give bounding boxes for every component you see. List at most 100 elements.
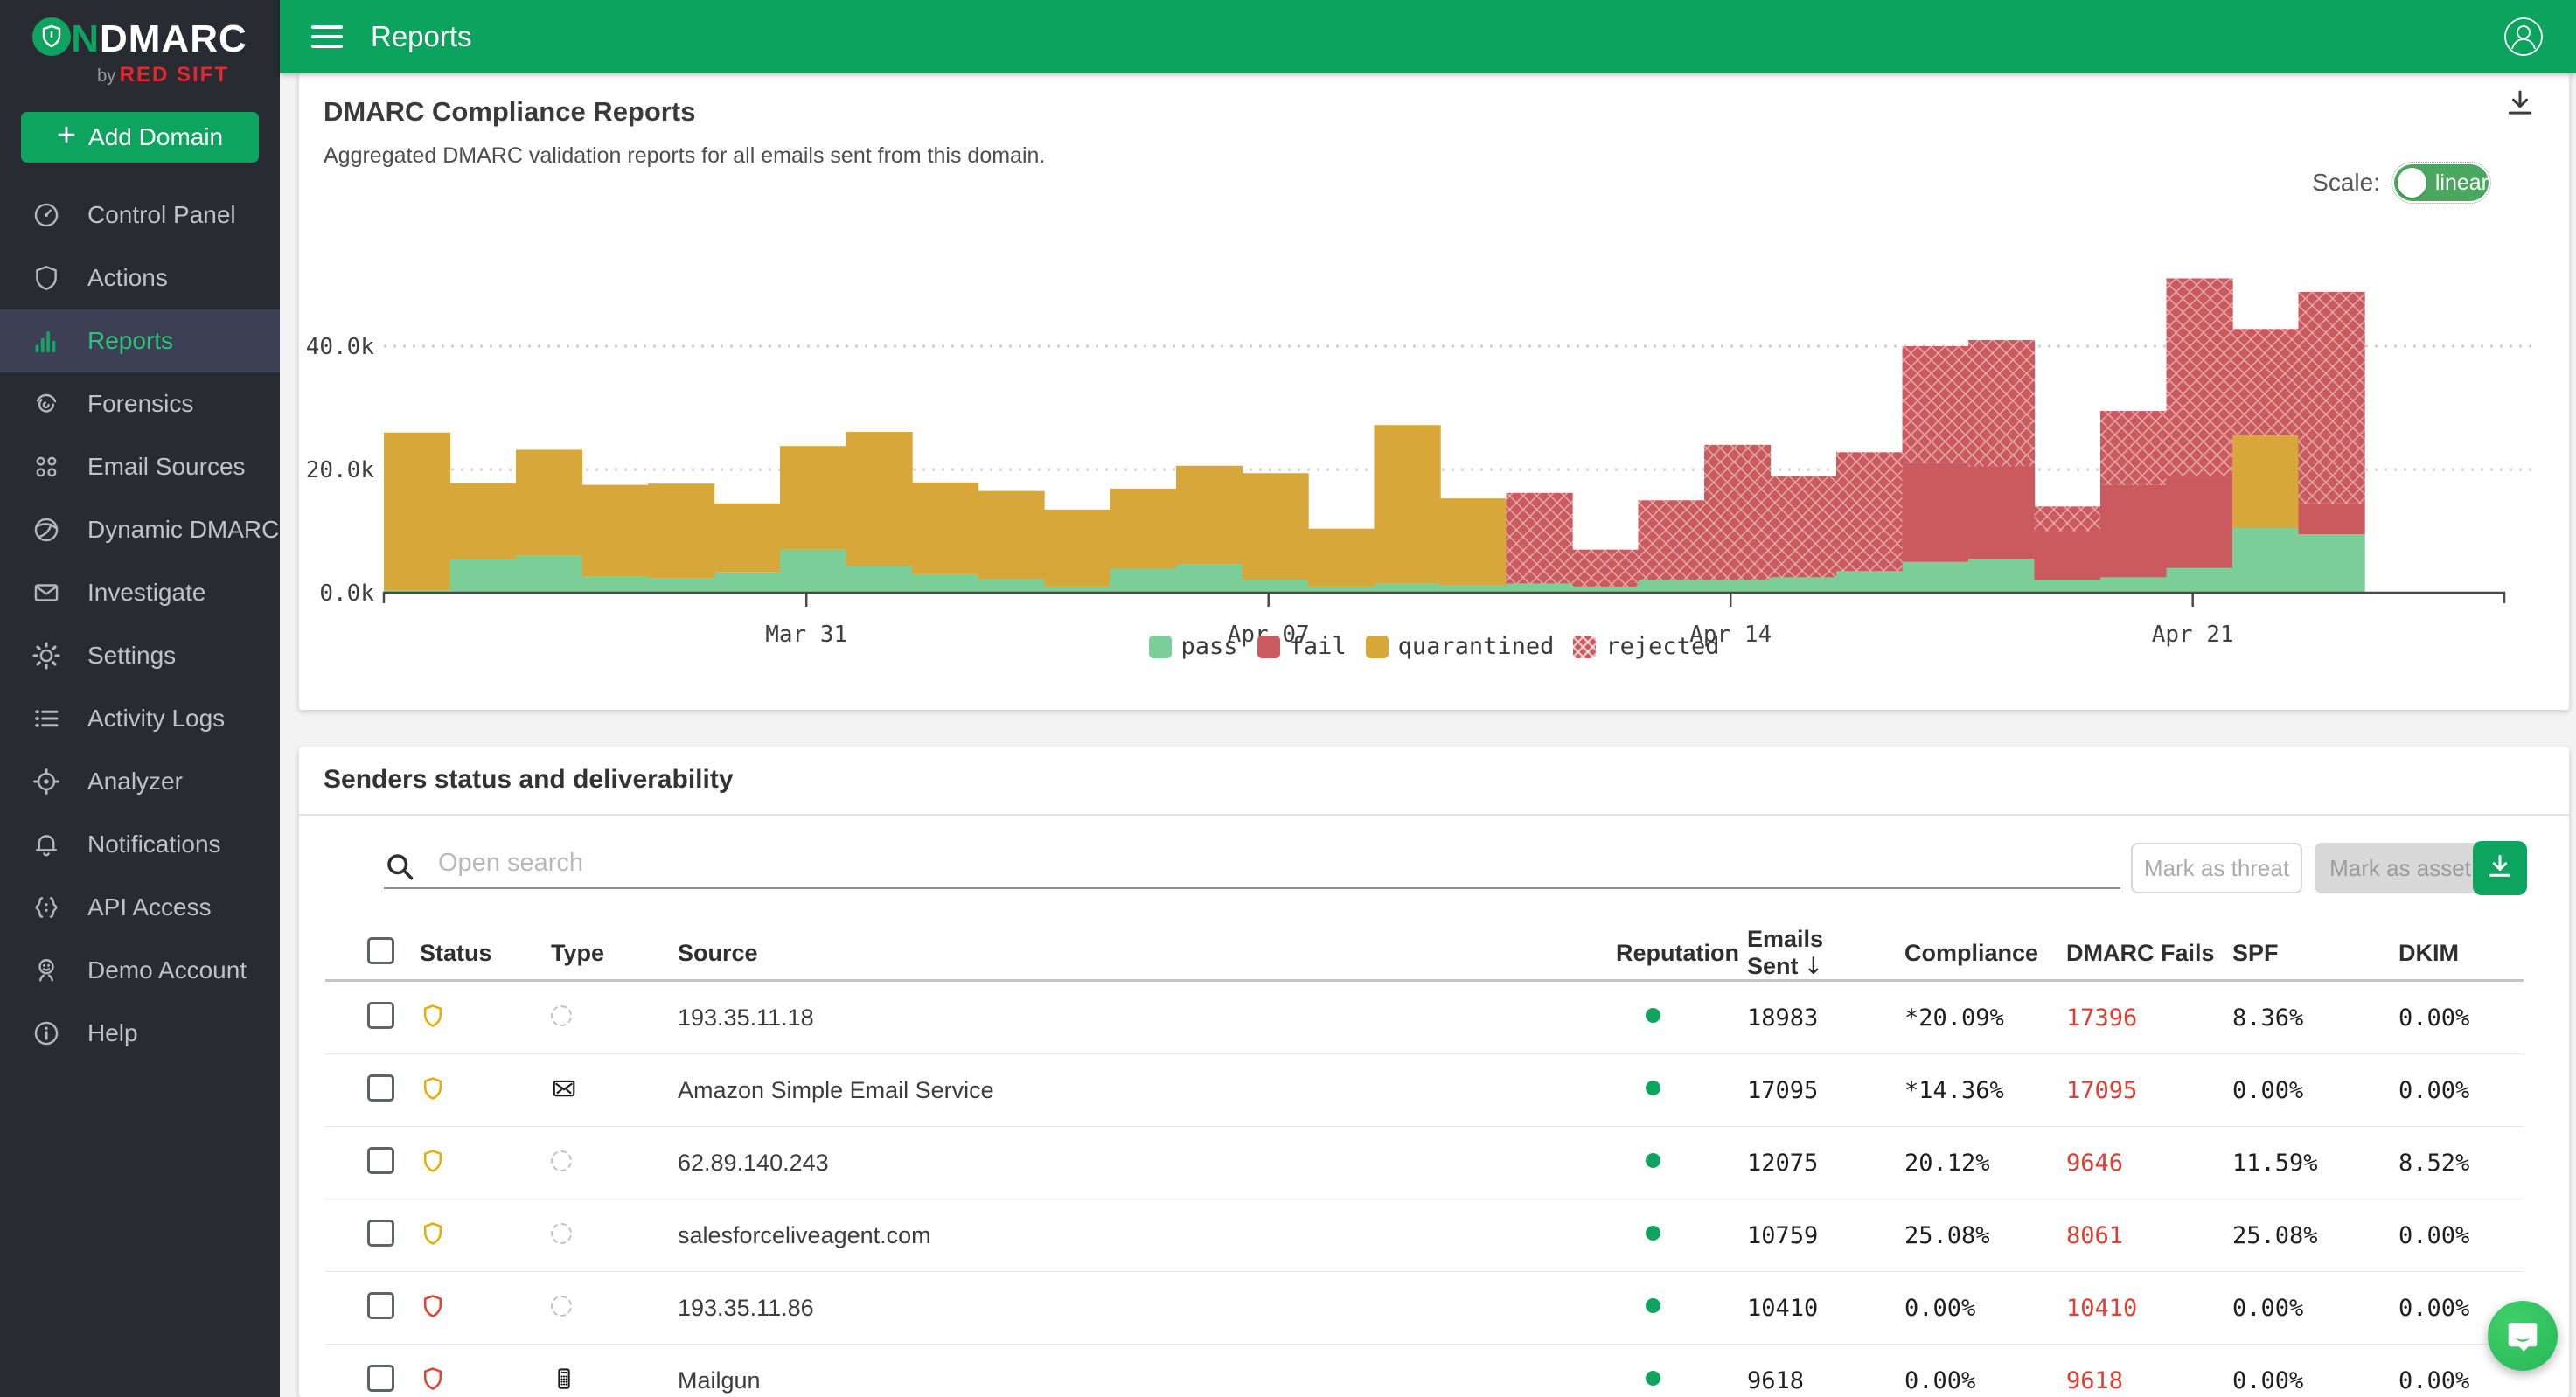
add-domain-button[interactable]: + Add Domain — [21, 112, 259, 163]
bar-rejected — [2167, 278, 2233, 476]
spiral-icon — [31, 389, 61, 419]
column-header[interactable]: Type — [551, 940, 678, 967]
spf-value: 0.00% — [2232, 1367, 2398, 1394]
sidebar-item-activity-logs[interactable]: Activity Logs — [0, 687, 280, 750]
sidebar-item-forensics[interactable]: Forensics — [0, 372, 280, 435]
bar-pass — [1375, 583, 1441, 593]
table-row[interactable]: salesforceliveagent.com 10759 25.08% 806… — [325, 1199, 2524, 1272]
main-area: Reports DMARC Compliance Reports Aggrega… — [280, 0, 2576, 1397]
column-header[interactable]: Source — [678, 940, 1616, 967]
bar-rejected — [1507, 493, 1573, 584]
row-checkbox[interactable] — [367, 1074, 394, 1102]
shield-icon — [31, 263, 61, 293]
bar-quarantined — [582, 485, 649, 577]
table-row[interactable]: 193.35.11.18 18983 *20.09% 17396 8.36% 0… — [325, 982, 2524, 1054]
sidebar-item-dynamic-dmarc[interactable]: Dynamic DMARC — [0, 498, 280, 561]
bar-pass — [1176, 565, 1243, 593]
column-header[interactable]: DMARC Fails — [2066, 940, 2232, 967]
emails-sent-value: 17095 — [1747, 1077, 1904, 1104]
logo-by: by — [97, 66, 115, 86]
compliance-value: 0.00% — [1904, 1367, 2066, 1394]
sidebar-item-control-panel[interactable]: Control Panel — [0, 184, 280, 247]
sidebar-item-actions[interactable]: Actions — [0, 247, 280, 309]
bar-rejected — [1572, 550, 1639, 587]
bar-pass — [2232, 528, 2299, 593]
sidebar-item-analyzer[interactable]: Analyzer — [0, 750, 280, 813]
column-header[interactable]: SPF — [2232, 940, 2398, 967]
compliance-value: 0.00% — [1904, 1295, 2066, 1322]
content-area: DMARC Compliance Reports Aggregated DMAR… — [280, 73, 2576, 1397]
status-shield-icon — [420, 1219, 551, 1253]
unknown-type-icon — [551, 1150, 572, 1171]
download-table-button[interactable] — [2473, 841, 2527, 895]
bar-pass — [912, 574, 978, 593]
bar-fail — [2035, 532, 2101, 580]
table-row[interactable]: 193.35.11.86 10410 0.00% 10410 0.00% 0.0… — [325, 1272, 2524, 1345]
sidebar-item-investigate[interactable]: Investigate — [0, 561, 280, 624]
mark-as-asset-button[interactable]: Mark as asset — [2315, 843, 2486, 893]
sidebar-item-demo-account[interactable]: Demo Account — [0, 939, 280, 1002]
row-checkbox[interactable] — [367, 1002, 394, 1029]
column-header[interactable]: Reputation — [1616, 940, 1747, 967]
source-name[interactable]: salesforceliveagent.com — [678, 1222, 1616, 1249]
bar-rejected — [2035, 506, 2101, 531]
source-name[interactable]: 193.35.11.86 — [678, 1295, 1616, 1322]
reputation-dot — [1646, 1008, 1660, 1023]
column-header[interactable]: Compliance — [1904, 940, 2066, 967]
unknown-type-icon — [551, 1005, 572, 1026]
sidebar-item-api-access[interactable]: API Access — [0, 876, 280, 939]
bar-pass — [516, 556, 582, 593]
robot-icon — [31, 956, 61, 985]
sidebar-item-email-sources[interactable]: Email Sources — [0, 435, 280, 498]
bar-quarantined — [516, 449, 582, 555]
emails-sent-value: 10410 — [1747, 1295, 1904, 1322]
status-shield-icon — [420, 1001, 551, 1035]
bar-pass — [450, 559, 517, 593]
table-row[interactable]: Mailgun 9618 0.00% 9618 0.00% 0.00% — [325, 1345, 2524, 1397]
gear-icon — [31, 641, 61, 671]
column-header[interactable]: Emails Sent↓ — [1747, 926, 1904, 980]
source-name[interactable]: Mailgun — [678, 1367, 1616, 1394]
bar-quarantined — [912, 483, 978, 574]
legend-swatch-rejected — [1573, 636, 1596, 658]
sidebar-item-settings[interactable]: Settings — [0, 624, 280, 687]
email-service-icon — [551, 1075, 577, 1102]
open-search-input[interactable] — [384, 838, 2120, 889]
legend-label: rejected — [1605, 633, 1719, 660]
x-axis-line — [384, 593, 2504, 603]
table-row[interactable]: Amazon Simple Email Service 17095 *14.36… — [325, 1054, 2524, 1127]
sidebar-item-reports[interactable]: Reports — [0, 309, 280, 372]
dkim-value: 0.00% — [2398, 1367, 2524, 1394]
sidebar-item-notifications[interactable]: Notifications — [0, 813, 280, 876]
source-name[interactable]: 62.89.140.243 — [678, 1150, 1616, 1177]
table-row[interactable]: 62.89.140.243 12075 20.12% 9646 11.59% 8… — [325, 1127, 2524, 1199]
braces-icon — [31, 893, 61, 922]
sidebar-item-help[interactable]: Help — [0, 1002, 280, 1065]
dkim-value: 0.00% — [2398, 1222, 2524, 1249]
source-name[interactable]: Amazon Simple Email Service — [678, 1077, 1616, 1104]
source-name[interactable]: 193.35.11.18 — [678, 1004, 1616, 1032]
select-all-checkbox[interactable] — [367, 937, 394, 964]
column-header[interactable]: Status — [420, 940, 551, 967]
chat-widget-button[interactable] — [2488, 1301, 2558, 1371]
bar-rejected — [1836, 452, 1903, 571]
bar-pass — [1836, 571, 1903, 593]
sidebar-nav: Control Panel Actions Reports Forensics … — [0, 184, 280, 1065]
logo-text-dmarc: DMARC — [100, 17, 247, 60]
column-header[interactable]: DKIM — [2398, 940, 2524, 967]
row-checkbox[interactable] — [367, 1365, 394, 1392]
bar-pass — [780, 550, 846, 593]
user-avatar-icon[interactable] — [2503, 16, 2545, 58]
mark-as-threat-button[interactable]: Mark as threat — [2131, 843, 2302, 893]
hamburger-menu-icon[interactable] — [311, 25, 343, 48]
grid-icon — [31, 452, 61, 482]
y-tick-label: 0.0k — [319, 580, 374, 607]
row-checkbox[interactable] — [367, 1147, 394, 1174]
bar-quarantined — [648, 483, 714, 578]
compliance-value: 25.08% — [1904, 1222, 2066, 1249]
row-checkbox[interactable] — [367, 1220, 394, 1247]
row-checkbox[interactable] — [367, 1292, 394, 1319]
sidebar: NDMARC by RED SIFT + Add Domain Control … — [0, 0, 280, 1397]
sort-desc-icon[interactable]: ↓ — [1804, 953, 1824, 980]
spf-value: 8.36% — [2232, 1004, 2398, 1032]
